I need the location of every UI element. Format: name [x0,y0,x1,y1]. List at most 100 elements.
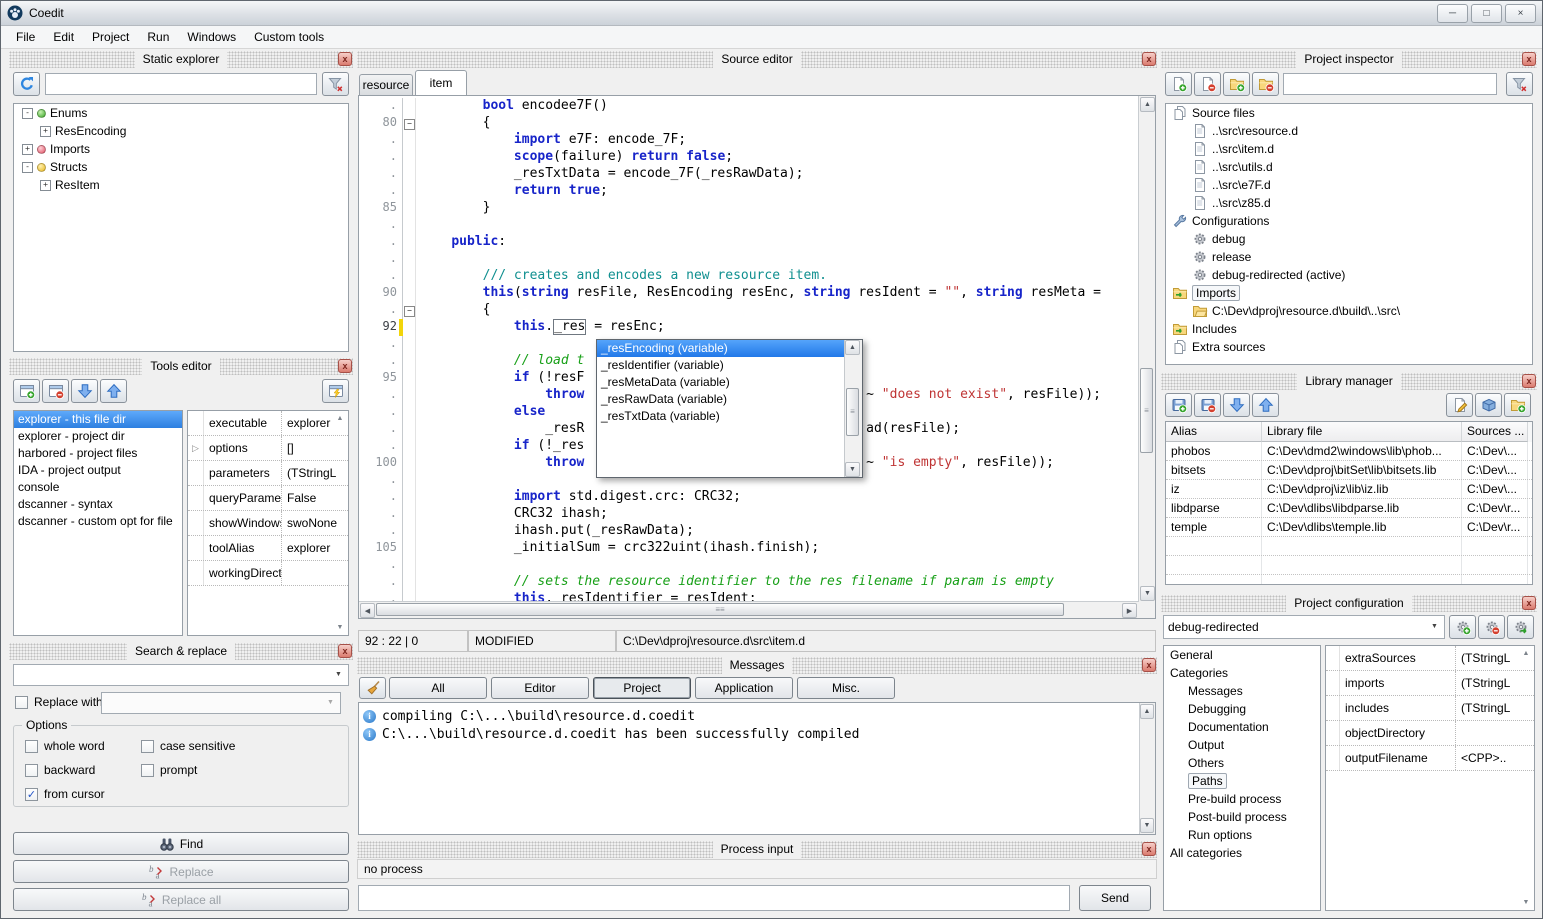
scroll-right-icon[interactable]: ▶ [1122,603,1137,618]
tab-resource[interactable]: resource [359,74,413,95]
property-row[interactable]: extraSources(TStringL [1326,646,1534,671]
checkbox-case-sensitive[interactable]: case sensitive [141,739,235,753]
code-line[interactable]: . ihash.put(_resRawData); [359,523,1138,540]
clear-filter-button[interactable] [1506,72,1533,96]
property-row[interactable]: executableexplorer [188,411,348,436]
fold-collapse-icon[interactable]: − [404,119,415,130]
category-item-messages[interactable]: Messages [1164,682,1320,700]
checkbox-box[interactable] [15,696,28,709]
checkbox-box[interactable] [141,764,154,777]
category-item-general[interactable]: General [1164,646,1320,664]
property-value[interactable]: (TStringL [282,461,348,485]
code-line[interactable]: . scope(failure) return false; [359,149,1138,166]
category-item-output[interactable]: Output [1164,736,1320,754]
completion-item[interactable]: _resMetaData (variable) [597,374,844,391]
move-library-up-button[interactable] [1252,393,1279,417]
code-line[interactable]: 90 this(string resFile, ResEncoding resE… [359,285,1138,302]
project-tree-item[interactable]: ..\src\resource.d [1166,122,1532,140]
category-item-categories[interactable]: Categories [1164,664,1320,682]
category-item-all-categories[interactable]: All categories [1164,844,1320,862]
tree-expander-icon[interactable]: - [22,108,33,119]
inspector-filter-input[interactable] [1283,73,1497,95]
table-row[interactable]: izC:\Dev\dproj\iz\lib\iz.libC:\Dev\... [1166,480,1532,499]
project-tree-item[interactable]: ..\src\item.d [1166,140,1532,158]
completion-item[interactable]: _resRawData (variable) [597,391,844,408]
property-row[interactable]: objectDirectory [1326,721,1534,746]
column-header-alias[interactable]: Alias [1166,422,1262,442]
add-library-folder-button[interactable] [1504,393,1531,417]
tab-item[interactable]: item [415,70,467,95]
checkbox-prompt[interactable]: prompt [141,763,197,777]
column-header-libraryfile[interactable]: Library file [1262,422,1462,442]
clone-configuration-button[interactable] [1507,615,1534,639]
code-line[interactable]: . import e7F: encode_7F; [359,132,1138,149]
code-line[interactable]: 80− { [359,115,1138,132]
table-row[interactable]: templeC:\Dev\dlibs\temple.libC:\Dev\r... [1166,518,1532,537]
hscroll-thumb[interactable]: ≡≡ [376,603,1064,616]
minimize-button[interactable]: ─ [1437,4,1468,23]
code-line[interactable]: . _resTxtData = encode_7F(_resRawData); [359,166,1138,183]
filter-all[interactable]: All [389,677,487,699]
property-value[interactable]: explorer [282,536,348,560]
code-line[interactable]: . import std.digest.crc: CRC32; [359,489,1138,506]
menu-item-run[interactable]: Run [138,27,178,47]
project-tree-item[interactable]: ..\src\e7F.d [1166,176,1532,194]
code-line[interactable]: 105 _initialSum = crc322uint(ihash.finis… [359,540,1138,557]
message-line[interactable]: iC:\...\build\resource.d.coedit has been… [359,725,1155,743]
replace-term-combo[interactable]: ▼ [101,692,341,714]
project-tree-item[interactable]: debug-redirected (active) [1166,266,1532,284]
find-button[interactable]: Find [13,832,349,855]
code-line[interactable]: . bool encodee7F() [359,98,1138,115]
close-panel-icon[interactable]: x [1522,596,1536,610]
property-value[interactable]: (TStringL [1456,696,1534,720]
project-tree-item[interactable]: debug [1166,230,1532,248]
tree-expander-icon[interactable]: + [22,144,33,155]
grid-scroll-down-icon[interactable]: ▼ [333,624,347,631]
code-line[interactable]: . this._resIdentifier = resIdent; [359,591,1138,601]
menu-item-custom-tools[interactable]: Custom tools [245,27,333,47]
clear-messages-button[interactable] [359,677,386,699]
editor-vscrollbar[interactable]: ▲ ▼ ≡ [1138,96,1155,602]
close-panel-icon[interactable]: x [338,52,352,66]
symbol-filter-input[interactable] [45,73,317,95]
register-package-button[interactable] [1475,393,1502,417]
search-term-combo[interactable]: ▼ [13,664,349,686]
add-folder-button[interactable] [1223,72,1250,96]
category-item-debugging[interactable]: Debugging [1164,700,1320,718]
category-item-documentation[interactable]: Documentation [1164,718,1320,736]
replace-all-button[interactable]: ba Replace all [13,888,349,911]
edit-library-button[interactable] [1446,393,1473,417]
close-panel-icon[interactable]: x [1142,842,1156,856]
tree-item-imports[interactable]: +Imports [14,140,348,158]
menu-item-windows[interactable]: Windows [178,27,245,47]
close-panel-icon[interactable]: x [1142,52,1156,66]
clear-filter-button[interactable] [322,72,349,96]
tool-list-item[interactable]: dscanner - syntax [14,496,182,513]
property-row[interactable]: parameters(TStringL [188,461,348,486]
add-file-button[interactable] [1165,72,1192,96]
close-panel-icon[interactable]: x [1522,374,1536,388]
property-row[interactable]: ▷options[] [188,436,348,461]
checkbox-backward[interactable]: backward [25,763,95,777]
menu-item-project[interactable]: Project [83,27,138,47]
code-line[interactable]: . [359,251,1138,268]
completion-item[interactable]: _resIdentifier (variable) [597,357,844,374]
close-panel-icon[interactable]: x [1142,658,1156,672]
remove-file-button[interactable] [1194,72,1221,96]
checkbox-box[interactable] [141,740,154,753]
property-row[interactable]: workingDirect [188,561,348,586]
editor-hscrollbar[interactable]: ◀ ▶ ≡≡ [359,601,1138,618]
column-header-sources[interactable]: Sources ... [1462,422,1528,442]
move-tool-up-button[interactable] [100,379,127,403]
grid-scroll-down-icon[interactable]: ▼ [1519,899,1533,906]
project-tree-item[interactable]: Imports [1166,284,1532,302]
close-panel-icon[interactable]: x [338,644,352,658]
property-value[interactable]: False [282,486,348,510]
filter-editor[interactable]: Editor [491,677,589,699]
code-line[interactable]: . CRC32 ihash; [359,506,1138,523]
checkbox-box[interactable] [25,740,38,753]
popup-scroll-thumb[interactable]: ≡ [846,388,859,436]
remove-folder-button[interactable] [1252,72,1279,96]
scroll-up-icon[interactable]: ▲ [1140,97,1155,112]
tool-list-item[interactable]: explorer - this file dir [14,411,182,428]
